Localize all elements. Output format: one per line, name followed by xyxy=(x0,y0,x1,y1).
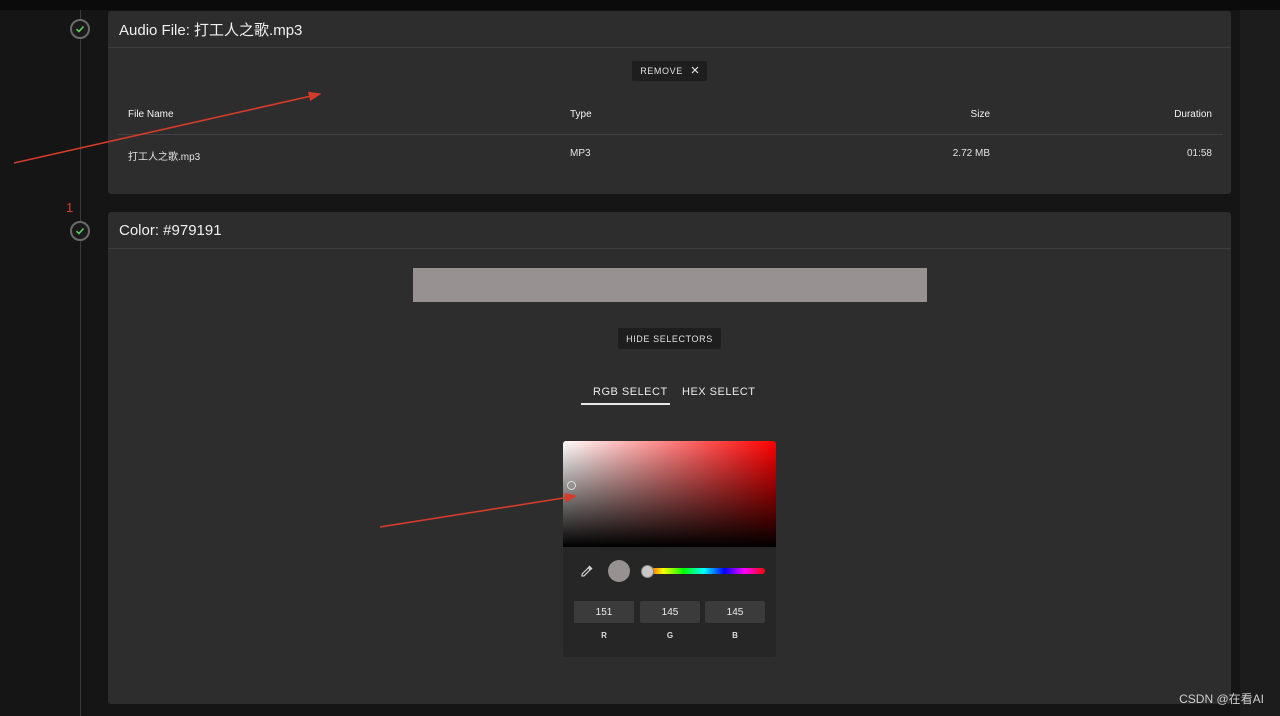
color-panel: Color: #979191 HIDE SELECTORS RGB SELECT… xyxy=(108,212,1231,704)
annotation-number: 1 xyxy=(66,200,74,215)
app-root: 1 Audio File: 打工人之歌.mp3 REMOVE File Name… xyxy=(0,0,1280,716)
step-complete-check-icon xyxy=(70,221,90,241)
blue-input[interactable] xyxy=(705,601,765,623)
remove-button[interactable]: REMOVE xyxy=(632,61,707,81)
saturation-value-area[interactable] xyxy=(563,441,776,547)
color-picker: R G B xyxy=(563,441,776,657)
remove-label: REMOVE xyxy=(640,66,683,76)
watermark: CSDN @在看AI xyxy=(1179,692,1264,706)
column-header-file-name: File Name xyxy=(128,109,174,120)
green-input[interactable] xyxy=(640,601,700,623)
column-header-size: Size xyxy=(970,109,990,120)
color-preview-circle xyxy=(608,560,630,582)
audio-panel-title: Audio File: 打工人之歌.mp3 xyxy=(108,11,1231,48)
hue-slider-handle[interactable] xyxy=(641,565,654,578)
step-timeline xyxy=(80,10,81,716)
right-gutter xyxy=(1240,10,1280,716)
color-swatch xyxy=(413,268,927,302)
file-name-cell: 打工人之歌.mp3 xyxy=(128,152,201,163)
column-header-duration: Duration xyxy=(1174,109,1212,120)
active-tab-indicator xyxy=(581,403,670,405)
file-duration-cell: 01:58 xyxy=(1186,148,1212,159)
color-panel-title: Color: #979191 xyxy=(108,212,1231,249)
red-label: R xyxy=(601,631,607,640)
top-bar xyxy=(0,0,1280,10)
green-label: G xyxy=(666,631,674,640)
hide-selectors-button[interactable]: HIDE SELECTORS xyxy=(618,328,721,349)
hue-slider[interactable] xyxy=(643,568,765,574)
blue-label: B xyxy=(732,631,738,640)
tab-hex-select[interactable]: HEX SELECT xyxy=(682,386,755,398)
column-header-type: Type xyxy=(570,109,592,120)
file-type-cell: MP3 xyxy=(570,148,591,159)
table-divider xyxy=(118,134,1223,135)
audio-file-panel: Audio File: 打工人之歌.mp3 REMOVE File Name T… xyxy=(108,11,1231,194)
step-complete-check-icon xyxy=(70,19,90,39)
file-size-cell: 2.72 MB xyxy=(952,148,990,159)
eyedropper-icon[interactable] xyxy=(579,563,595,579)
red-input[interactable] xyxy=(574,601,634,623)
close-icon xyxy=(691,66,699,76)
tab-rgb-select[interactable]: RGB SELECT xyxy=(593,386,668,398)
saturation-handle[interactable] xyxy=(567,481,576,490)
